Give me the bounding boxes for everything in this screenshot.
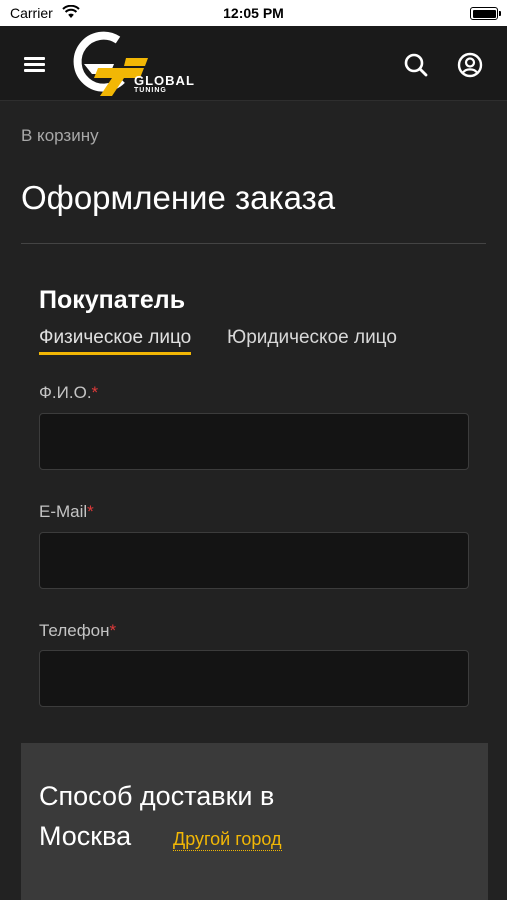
title-divider xyxy=(21,243,486,244)
email-input[interactable] xyxy=(39,532,469,589)
delivery-city: Москва xyxy=(39,821,132,851)
required-mark: * xyxy=(109,621,117,640)
logo-text: GLOBAL xyxy=(134,73,195,88)
phone-input[interactable] xyxy=(39,650,469,707)
status-bar: Carrier 12:05 PM xyxy=(0,0,507,26)
user-account-icon[interactable] xyxy=(457,52,483,78)
required-mark: * xyxy=(91,383,99,402)
status-time: 12:05 PM xyxy=(223,5,284,21)
delivery-title: Способ доставки в xyxy=(39,781,275,811)
app-header: GLOBAL TUNING xyxy=(0,26,507,101)
delivery-section: Способ доставки в Москва Другой город xyxy=(21,743,488,900)
hamburger-menu-icon[interactable] xyxy=(24,54,46,74)
page-title: Оформление заказа xyxy=(21,179,336,216)
search-icon[interactable] xyxy=(403,52,429,78)
logo-subtext: TUNING xyxy=(134,87,167,94)
tab-individual[interactable]: Физическое лицо xyxy=(39,327,192,355)
battery-icon xyxy=(470,7,501,20)
full-name-input[interactable] xyxy=(39,413,469,470)
tab-legal-entity[interactable]: Юридическое лицо xyxy=(227,327,397,349)
phone-label: Телефон* xyxy=(39,621,117,640)
email-label: E-Mail* xyxy=(39,502,94,521)
full-name-label: Ф.И.О.* xyxy=(39,383,99,402)
other-city-link[interactable]: Другой город xyxy=(173,829,282,851)
required-mark: * xyxy=(87,502,94,521)
buyer-section-title: Покупатель xyxy=(39,286,186,314)
back-to-cart-link[interactable]: В корзину xyxy=(21,126,99,146)
